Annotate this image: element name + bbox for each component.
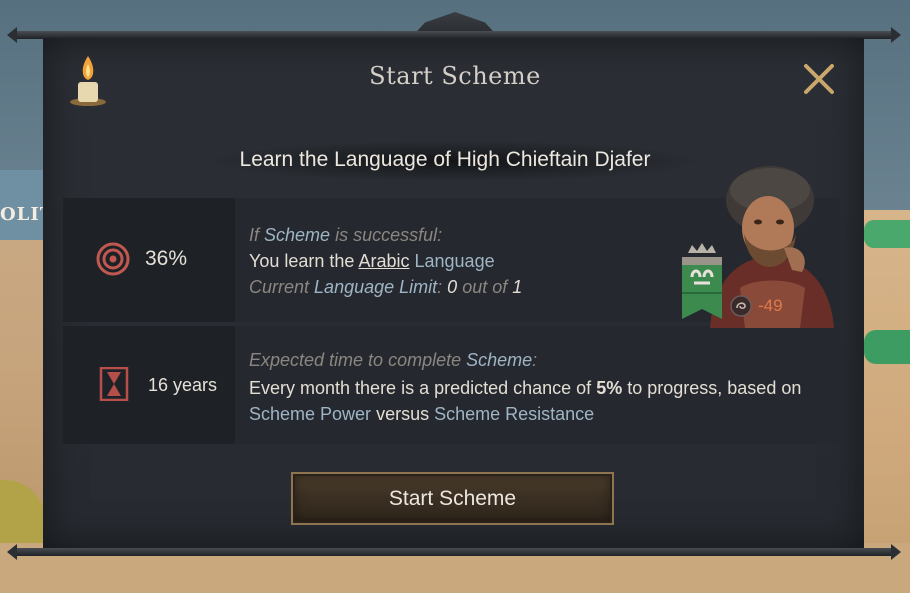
hourglass-icon [99,367,129,401]
map-realm-green [864,220,910,248]
opinion-icon [730,295,752,317]
start-scheme-button[interactable]: Start Scheme [291,472,614,525]
time-heading: Expected time to complete Scheme: [249,350,538,370]
scheme-link[interactable]: Scheme [264,225,330,245]
start-scheme-button-label: Start Scheme [388,487,517,510]
scheme-resistance-link[interactable]: Scheme Resistance [434,404,594,424]
scheme-link-2[interactable]: Scheme [466,350,532,370]
dialog-title: Start Scheme [369,62,541,90]
frame-bottom-rail [7,544,901,560]
map-land-east [860,210,910,593]
expected-duration: 16 years [148,375,218,395]
language-limit-link[interactable]: Language Limit [314,277,437,297]
time-description: Every month there is a predicted chance … [249,378,802,398]
target-icon [96,242,130,276]
scheme-power-link[interactable]: Scheme Power [249,404,371,424]
map-realm-green-south [864,330,910,364]
language-link[interactable]: Arabic [358,251,409,271]
time-factors: Scheme Power versus Scheme Resistance [249,404,595,424]
target-opinion: -49 [758,296,783,315]
success-heading: If Scheme is successful: [249,225,443,245]
language-limit: Current Language Limit: 0 out of 1 [249,277,523,297]
success-effect: You learn the Arabic Language [249,251,495,271]
close-icon[interactable] [800,61,838,97]
coat-of-arms-icon[interactable] [678,243,726,321]
success-chance: 36% [145,247,188,270]
